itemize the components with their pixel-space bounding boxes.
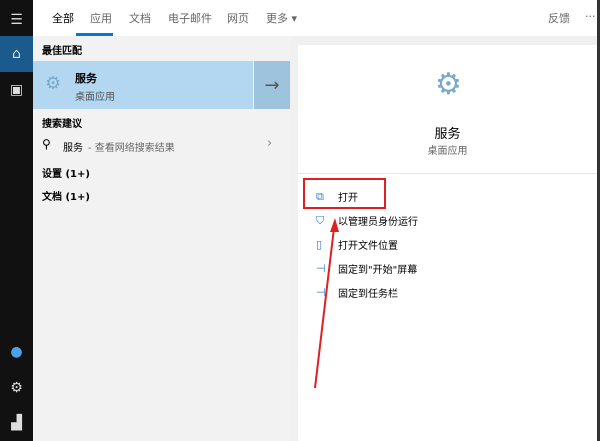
annotation-arrow	[314, 218, 339, 389]
